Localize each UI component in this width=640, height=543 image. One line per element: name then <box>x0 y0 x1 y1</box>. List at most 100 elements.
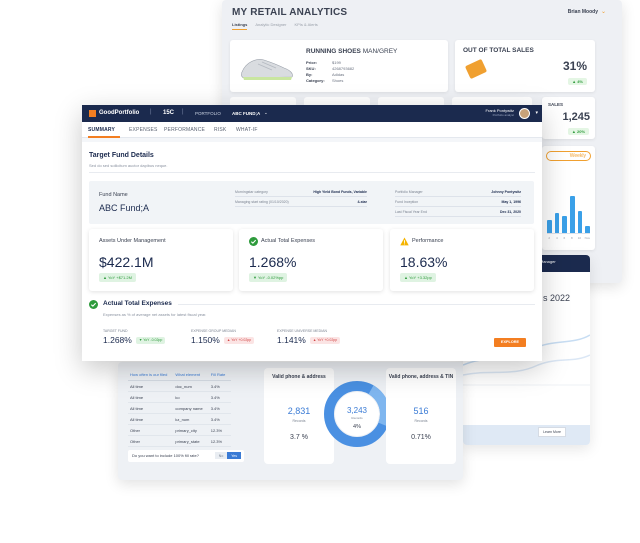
brand-name[interactable]: GoodPortfolio <box>99 110 139 116</box>
breadcrumb-fund[interactable]: ABC FUND;A <box>232 111 260 116</box>
weekly-bar <box>570 196 575 233</box>
yes-no-toggle[interactable]: No Yes <box>214 452 241 459</box>
column-header: What element <box>173 370 209 381</box>
weekly-label: 2 <box>548 236 551 240</box>
kpi-delta: ▲ YoY +3.32pp <box>400 273 436 282</box>
kpi-label: Assets Under Management <box>99 238 166 244</box>
donut-pct: 4% <box>353 424 361 430</box>
fund-name-value: ABC Fund;A <box>99 203 150 213</box>
retail-tab-analytic-designer[interactable]: Analytic Designer <box>255 22 286 30</box>
period-select[interactable]: Weekly <box>546 151 591 161</box>
tab-expenses[interactable]: EXPENSES <box>129 127 158 133</box>
spec-row: Category: Shoes <box>306 78 344 83</box>
table-header-row: How often is our filed What element Fill… <box>128 370 232 381</box>
yes-button[interactable]: Yes <box>227 452 241 459</box>
weekly-label: 10 <box>577 236 582 240</box>
section-subtitle: Expenses as % of average net assets for … <box>103 312 207 317</box>
product-name: RUNNING SHOES MAN/GREY <box>306 48 398 55</box>
learn-more-button[interactable]: Learn More <box>538 427 566 437</box>
explore-button[interactable]: EXPLORE <box>494 338 526 347</box>
column-header: How often is our filed <box>128 370 174 381</box>
top-nav: GoodPortfolio | 15C | PORTFOLIO ABC FUND… <box>82 105 542 122</box>
table-row[interactable]: Other primary_state 12.3% <box>128 435 232 447</box>
summary-content: Target Fund Details Sed do sed sollicitu… <box>82 142 542 361</box>
card-value: 31% <box>562 59 587 73</box>
tab-what-if[interactable]: WHAT-IF <box>236 127 258 133</box>
chevron-down-icon[interactable]: ⌄ <box>264 110 268 116</box>
warning-icon <box>400 237 409 246</box>
price-tag-icon <box>464 58 488 80</box>
kpi-value: 1.268% <box>249 254 297 270</box>
table-row[interactable]: All time doc_num 3.4% <box>128 380 232 392</box>
weekly-label: 4 <box>555 236 558 240</box>
table-row[interactable]: All time kz_num 3.4% <box>128 413 232 425</box>
panel-footer <box>463 425 590 445</box>
account-code: 15C <box>163 110 175 116</box>
chevron-down-icon[interactable]: ⌄ <box>601 8 606 15</box>
avatar[interactable] <box>519 108 530 119</box>
fill-rate-table: How often is our filed What element Fill… <box>128 370 232 447</box>
retail-title: MY RETAIL ANALYTICS <box>232 7 348 18</box>
divider <box>89 172 535 173</box>
logo-icon <box>89 110 96 117</box>
section-title: Target Fund Details <box>89 152 154 159</box>
card-value: 1,245 <box>562 111 590 123</box>
no-button[interactable]: No <box>214 452 228 459</box>
expense-group-median: EXPENSE GROUP MEDIAN 1.150% ▲ YoY +0.02pp <box>191 329 255 345</box>
kpi-delta: ▲ YoY +$71.2M <box>99 273 136 282</box>
active-tab-indicator <box>88 136 120 138</box>
tab-risk[interactable]: RISK <box>214 127 226 133</box>
fill-rate-question: Do you want to include 100% fill rate? N… <box>128 450 244 462</box>
attr-row: Portfolio Manager Johnny Pontywitz <box>395 190 521 197</box>
tab-performance[interactable]: PERFORMANCE <box>164 127 205 133</box>
user-info[interactable]: Frank Pontywitz Portfolio analyst <box>486 108 514 118</box>
weekly-bar <box>547 220 552 233</box>
expense-target-fund: TARGET FUND 1.268% ▼ YoY -0.02pp <box>103 329 166 345</box>
attr-row: Managing start rating (01/10/2020) 4-star <box>235 200 367 207</box>
divider <box>178 304 535 305</box>
shoe-image <box>241 59 293 80</box>
data-quality-panel: How often is our filed What element Fill… <box>118 362 463 480</box>
weekly-label: 6 <box>563 236 566 240</box>
check-circle-icon <box>249 237 258 246</box>
weekly-chart-card: Weekly 2 4 6 8 10 Nov <box>542 146 595 250</box>
kpi-label: Actual Total Expenses <box>261 238 316 244</box>
retail-tab-kpis[interactable]: KPIs & Alerts <box>294 22 317 30</box>
kpi-label: Performance <box>412 238 444 244</box>
product-card[interactable]: RUNNING SHOES MAN/GREY Price: $199 SKU: 42… <box>230 40 448 92</box>
out-of-total-sales-card[interactable]: OUT OF TOTAL SALES 31% ▲ 4% <box>455 40 595 92</box>
breadcrumb-portfolio[interactable]: PORTFOLIO <box>195 111 221 116</box>
main-tabs: SUMMARY EXPENSES PERFORMANCE RISK WHAT-I… <box>82 122 542 138</box>
kpi-card-expenses[interactable]: Actual Total Expenses 1.268% ▼ YoY -0.02… <box>239 229 383 291</box>
table-row[interactable]: All time company name 3.4% <box>128 402 232 414</box>
weekly-bar <box>554 212 560 233</box>
kpi-value: $422.1M <box>99 254 154 270</box>
valid-phone-address-tin-card[interactable]: Valid phone, address & TIN 516 Records 0… <box>386 368 456 464</box>
product-specs: Price: $199 SKU: 4268793682 By: Adidas Cate… <box>306 60 354 84</box>
donut-sub: Records <box>351 416 363 420</box>
delta-badge: ▲ YoY +0.02pp <box>223 336 255 344</box>
kpi-value: 18.63% <box>400 254 448 270</box>
card-title: SALES <box>548 102 564 107</box>
weekly-bar <box>585 225 591 233</box>
tab-summary[interactable]: SUMMARY <box>88 127 115 133</box>
weekly-bar <box>577 210 583 233</box>
kpi-card-aum[interactable]: Assets Under Management $422.1M ▲ YoY +$… <box>89 229 233 291</box>
column-header: Fill Rate <box>208 370 232 381</box>
section-subtitle: Sed do sed sollicitum auctor dapibus neq… <box>89 163 168 168</box>
delta-badge: ▲ 20% <box>567 128 589 135</box>
retail-tab-listings[interactable]: Listings <box>232 22 248 30</box>
attr-row: Fund Inception May 1, 1996 <box>395 200 521 207</box>
table-row[interactable]: Other primary_city 12.3% <box>128 424 232 436</box>
weekly-label: Nov <box>584 236 590 240</box>
weekly-label: 8 <box>571 236 573 240</box>
donut-value: 3,243 <box>347 406 368 415</box>
chevron-down-icon[interactable]: ▾ <box>535 110 538 116</box>
section-title: Actual Total Expenses <box>103 300 172 307</box>
sales-card[interactable]: SALES 1,245 ▲ 20% <box>542 97 595 139</box>
delta-badge: ▲ 4% <box>568 78 587 85</box>
attr-row: Morningstar category High Yield Bond Fund… <box>235 190 367 197</box>
kpi-card-performance[interactable]: Performance 18.63% ▲ YoY +3.32pp <box>390 229 534 291</box>
retail-user[interactable]: Brian Moody <box>568 9 598 15</box>
table-row[interactable]: All time ko 3.4% <box>128 391 232 403</box>
